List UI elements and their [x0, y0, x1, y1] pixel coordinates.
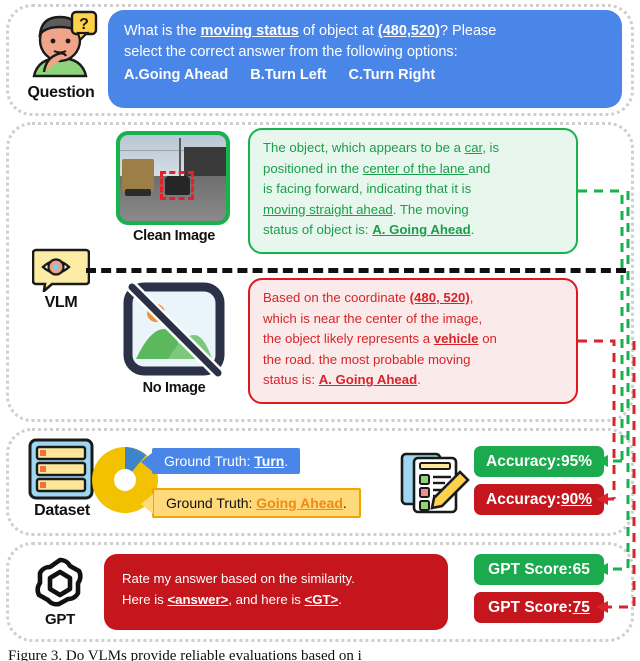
- green-arrow-gpt: [596, 563, 608, 575]
- figure-caption: Figure 3. Do VLMs provide reliable evalu…: [8, 648, 362, 661]
- green-arrow-accuracy: [596, 455, 608, 467]
- green-connector-gpt: [608, 191, 630, 571]
- red-arrow-accuracy: [596, 493, 608, 505]
- figure-root: ? Question What is the moving status of …: [0, 0, 640, 661]
- red-connector-gpt: [608, 341, 636, 609]
- red-arrow-gpt: [596, 601, 608, 613]
- flow-connectors: [578, 189, 636, 613]
- red-connector-accuracy: [578, 339, 616, 499]
